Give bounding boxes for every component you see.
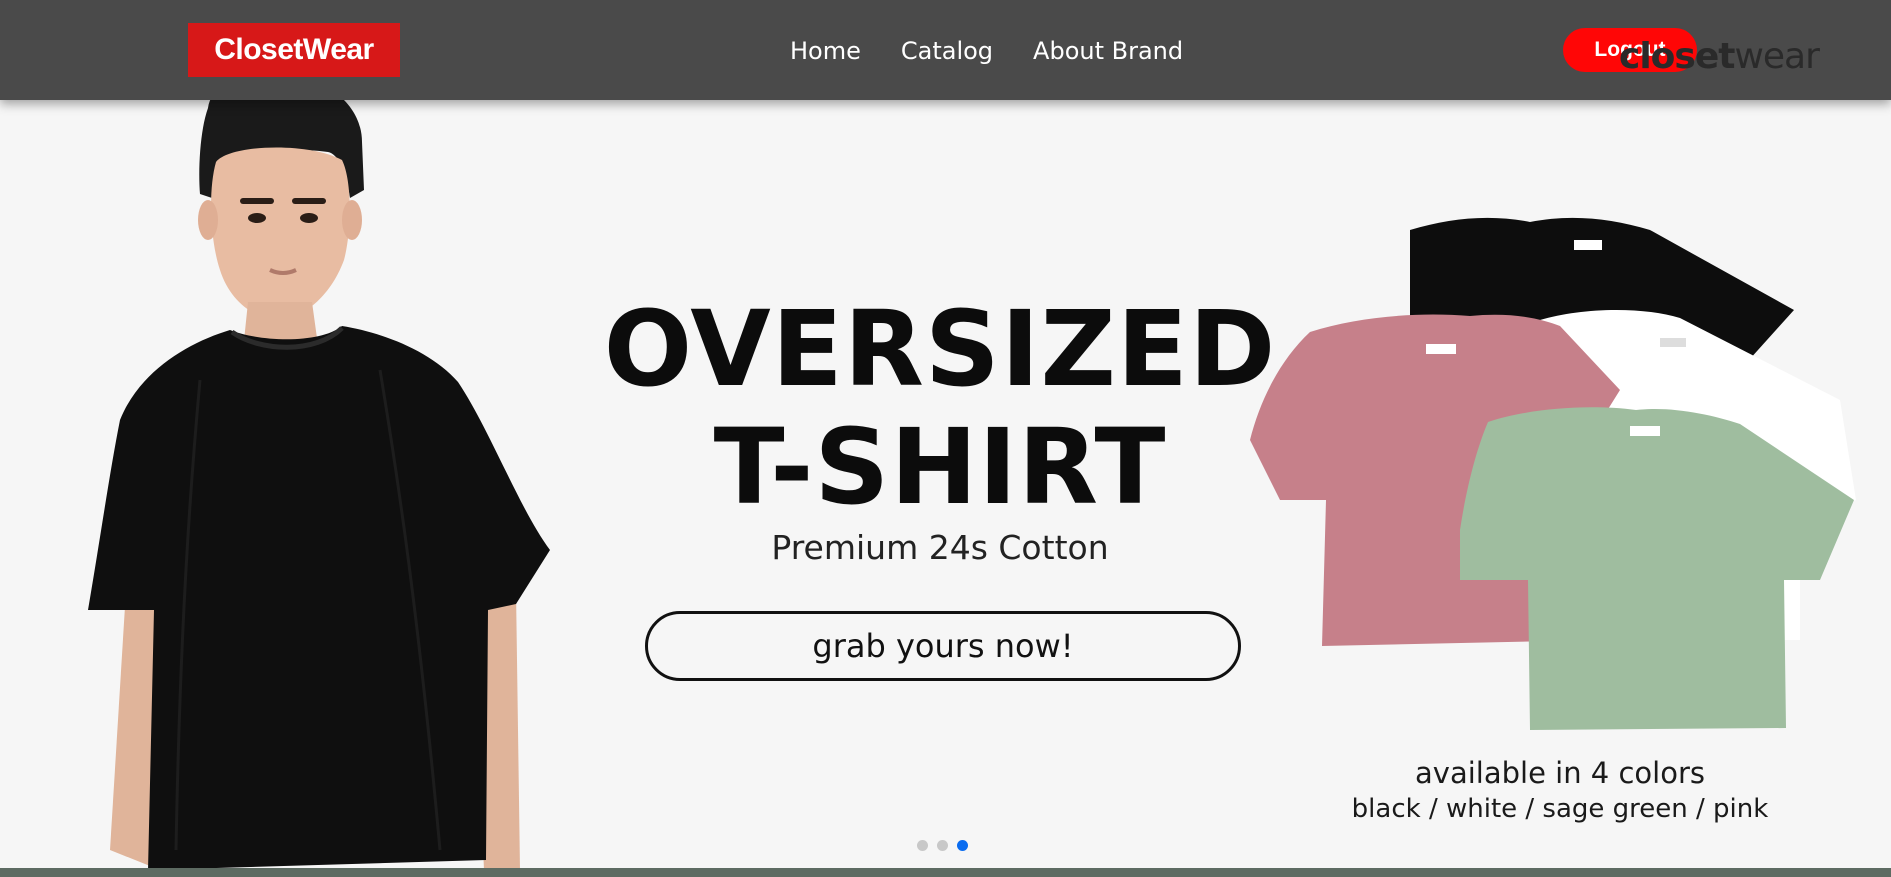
carousel-dot-3[interactable] [957,840,968,851]
nav-catalog-link[interactable]: Catalog [901,34,993,68]
available-colors-text: available in 4 colors [1415,756,1705,790]
hero-subtitle: Premium 24s Cotton [771,528,1109,567]
hero-headline: OVERSIZED T-SHIRT [560,290,1320,526]
headline-line-2: T-SHIRT [713,406,1167,528]
section-divider [0,868,1891,877]
navbar: ClosetWear Home Catalog About Brand clos… [0,0,1891,100]
nav-about-link[interactable]: About Brand [1033,34,1183,68]
carousel-dot-2[interactable] [937,840,948,851]
carousel-indicators [917,840,968,851]
shirts-image [1250,217,1856,730]
color-list-text: black / white / sage green / pink [1351,794,1769,824]
grab-yours-button[interactable]: grab yours now! [645,611,1241,681]
headline-line-1: OVERSIZED [603,288,1277,410]
carousel-dot-1[interactable] [917,840,928,851]
watermark-logo: closetwear [1619,36,1820,77]
nav-home-link[interactable]: Home [790,34,861,68]
hero-banner: OVERSIZED T-SHIRT Premium 24s Cotton gra… [0,0,1891,877]
model-image [88,72,550,870]
watermark-bold: closet [1619,36,1735,77]
nav-links: Home Catalog About Brand [790,34,1183,68]
watermark-regular: wear [1734,36,1819,77]
brand-logo[interactable]: ClosetWear [188,23,400,77]
